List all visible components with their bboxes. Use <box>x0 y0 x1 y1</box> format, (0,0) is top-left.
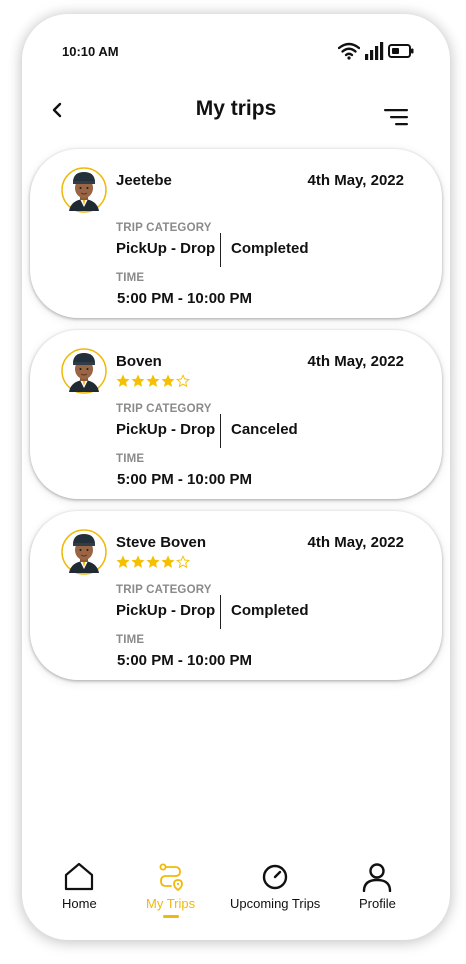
cellular-signal-icon <box>365 42 384 60</box>
trip-category-label: TRIP CATEGORY <box>116 403 212 415</box>
driver-avatar <box>61 529 107 575</box>
clock-dial-icon <box>262 864 288 890</box>
battery-icon <box>388 44 414 58</box>
nav-label-home: Home <box>62 896 97 911</box>
person-icon <box>363 863 392 892</box>
star-filled-icon <box>116 374 130 388</box>
star-filled-icon <box>131 555 145 569</box>
driver-avatar <box>61 167 107 213</box>
trip-card[interactable]: Boven 4th May, 2022 TRIP CATEGORY PickUp… <box>30 330 442 499</box>
rating-stars <box>116 374 190 388</box>
trip-status: Completed <box>231 602 309 619</box>
status-icons <box>338 42 414 60</box>
wifi-icon <box>338 42 360 60</box>
star-filled-icon <box>146 555 160 569</box>
menu-button[interactable] <box>383 107 411 127</box>
route-icon <box>159 863 183 892</box>
driver-name: Steve Boven <box>116 534 207 551</box>
trip-card[interactable]: Steve Boven 4th May, 2022 TRIP CATEGORY … <box>30 511 442 680</box>
divider <box>220 233 221 267</box>
driver-name: Boven <box>116 353 162 370</box>
nav-home[interactable]: Home <box>62 862 97 911</box>
star-filled-icon <box>131 374 145 388</box>
trip-category-label: TRIP CATEGORY <box>116 584 212 596</box>
star-filled-icon <box>116 555 130 569</box>
nav-label-my-trips: My Trips <box>146 896 196 911</box>
divider <box>220 595 221 629</box>
time-label: TIME <box>116 634 145 646</box>
driver-name: Jeetebe <box>116 172 172 189</box>
trip-time: 5:00 PM - 10:00 PM <box>117 652 253 669</box>
trip-category-value: PickUp - Drop <box>116 240 216 257</box>
phone-frame: 10:10 AM My trips Jeetebe 4th May, 2022 … <box>22 14 450 940</box>
nav-my-trips[interactable]: My Trips <box>146 862 195 918</box>
trip-card[interactable]: Jeetebe 4th May, 2022 TRIP CATEGORY Pick… <box>30 149 442 318</box>
rating-stars <box>116 555 190 569</box>
time-label: TIME <box>116 272 145 284</box>
star-empty-icon <box>176 374 190 388</box>
trip-category-label: TRIP CATEGORY <box>116 222 212 234</box>
star-filled-icon <box>161 374 175 388</box>
star-filled-icon <box>146 374 160 388</box>
driver-avatar <box>61 348 107 394</box>
trip-category-value: PickUp - Drop <box>116 602 216 619</box>
trip-status: Canceled <box>231 421 298 438</box>
trip-date: 4th May, 2022 <box>307 172 404 189</box>
trip-status: Completed <box>231 240 309 257</box>
nav-upcoming-trips[interactable]: Upcoming Trips <box>230 862 320 911</box>
nav-label-profile: Profile <box>359 896 396 911</box>
trip-date: 4th May, 2022 <box>307 534 404 551</box>
menu-lines-icon <box>384 109 408 126</box>
trip-time: 5:00 PM - 10:00 PM <box>117 290 253 307</box>
trip-category-value: PickUp - Drop <box>116 421 216 438</box>
home-icon <box>65 862 94 891</box>
time-label: TIME <box>116 453 145 465</box>
star-empty-icon <box>176 555 190 569</box>
nav-label-upcoming-trips: Upcoming Trips <box>230 896 321 911</box>
trip-time: 5:00 PM - 10:00 PM <box>117 471 253 488</box>
active-tab-indicator <box>162 915 179 918</box>
status-time: 10:10 AM <box>62 44 119 59</box>
star-filled-icon <box>161 555 175 569</box>
divider <box>220 414 221 448</box>
trip-date: 4th May, 2022 <box>307 353 404 370</box>
nav-profile[interactable]: Profile <box>359 862 396 911</box>
